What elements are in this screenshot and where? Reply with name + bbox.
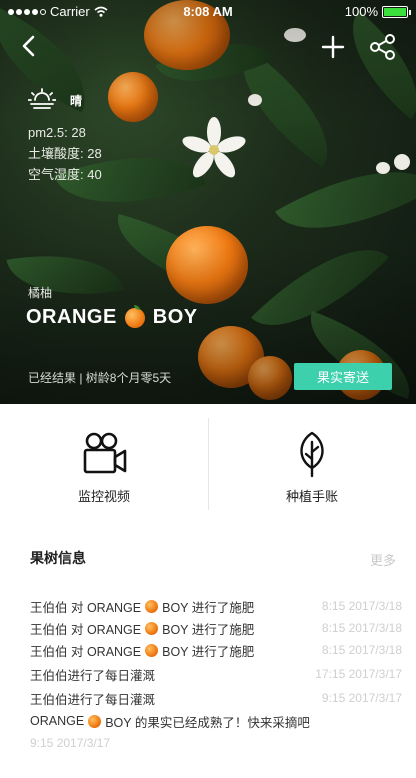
record-time: 8:15 2017/3/18 <box>321 621 402 635</box>
back-icon[interactable] <box>16 32 44 60</box>
air-humidity-value: 空气湿度: 40 <box>28 167 102 182</box>
hero-photo <box>0 0 416 404</box>
more-link[interactable]: 更多 <box>370 550 396 569</box>
record-time: 9:15 2017/3/17 <box>30 736 111 750</box>
sun-haze-icon <box>28 88 56 109</box>
pm25-value: pm2.5: 28 <box>28 125 86 140</box>
video-camera-icon <box>83 432 127 474</box>
environment-stats: pm2.5: 28 土壤酸度: 28 空气湿度: 40 <box>28 122 102 185</box>
add-icon[interactable] <box>320 34 346 60</box>
share-icon[interactable] <box>368 32 398 62</box>
record-text: 王伯伯进行了每日灌溉 <box>30 668 156 683</box>
record-text: 王伯伯 对 ORANGE <box>30 622 142 637</box>
record-time: 9:15 2017/3/17 <box>321 691 402 705</box>
leaf-icon <box>300 431 324 478</box>
record-text: BOY 进行了施肥 <box>162 600 255 615</box>
list-item[interactable]: 王伯伯 对 ORANGE BOY 进行了施肥 8:15 2017/3/18 <box>30 596 402 616</box>
battery-icon <box>382 5 411 18</box>
planting-journal-button[interactable]: 种植手账 <box>208 404 416 514</box>
planting-journal-label: 种植手账 <box>285 489 338 504</box>
record-text: BOY 进行了施肥 <box>162 622 255 637</box>
record-text: 王伯伯 对 ORANGE <box>30 600 142 615</box>
status-bar: Carrier 8:08 AM 100% <box>0 0 416 22</box>
list-item[interactable]: ORANGE BOY 的果实已经成熟了！快来采摘吧 <box>30 711 402 731</box>
tree-title: ORANGE BOY <box>26 304 198 329</box>
tree-title-right: BOY <box>152 306 198 328</box>
monitor-video-label: 监控视频 <box>77 489 130 504</box>
record-text: 王伯伯进行了每日灌溉 <box>30 692 156 707</box>
tree-title-left: ORANGE <box>26 306 117 328</box>
tree-status: 已经结果 | 树龄8个月零5天 <box>28 371 172 385</box>
list-item[interactable]: 王伯伯 对 ORANGE BOY 进行了施肥 8:15 2017/3/18 <box>30 640 402 660</box>
ship-fruit-button[interactable]: 果实寄送 <box>294 363 392 390</box>
list-item[interactable]: 王伯伯 对 ORANGE BOY 进行了施肥 8:15 2017/3/18 <box>30 618 402 638</box>
tree-species: 橘柚 <box>28 286 53 300</box>
monitor-video-button[interactable]: 监控视频 <box>0 404 208 514</box>
battery-percent: 100% <box>344 4 378 19</box>
record-time: 17:15 2017/3/17 <box>315 667 402 681</box>
record-text: ORANGE <box>30 714 85 728</box>
section-title: 果树信息 <box>30 550 86 566</box>
record-text: 王伯伯 对 ORANGE <box>30 644 142 659</box>
list-item[interactable]: 王伯伯进行了每日灌溉 9:15 2017/3/17 <box>30 688 402 708</box>
weather-widget: 晴 <box>28 88 82 112</box>
orange-icon <box>145 621 159 635</box>
record-text: BOY 进行了施肥 <box>162 644 255 659</box>
orange-icon <box>124 304 145 328</box>
record-time: 8:15 2017/3/18 <box>321 643 402 657</box>
list-item[interactable]: 王伯伯进行了每日灌溉 17:15 2017/3/17 <box>30 664 402 684</box>
weather-condition: 晴 <box>70 93 83 108</box>
soil-acidity-value: 土壤酸度: 28 <box>28 146 102 161</box>
orange-icon <box>145 599 159 613</box>
record-text: BOY 的果实已经成熟了！快来采摘吧 <box>105 715 310 730</box>
record-time: 8:15 2017/3/18 <box>321 599 402 613</box>
orange-icon <box>145 643 159 657</box>
function-divider <box>208 418 209 510</box>
orange-icon <box>88 714 102 728</box>
